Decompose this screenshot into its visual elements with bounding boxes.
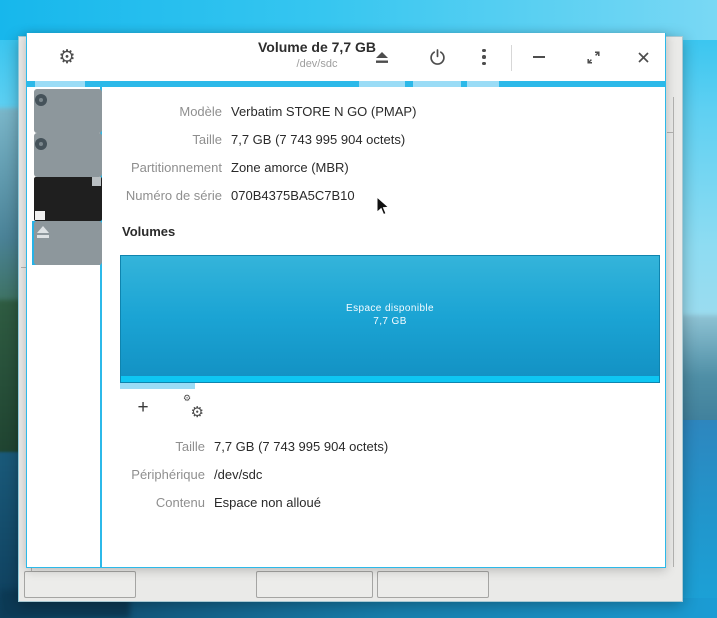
gears-icon: ⚙⚙ (182, 396, 204, 418)
info-label: Taille (102, 439, 205, 454)
headerbar-separator (511, 45, 512, 71)
add-partition-button[interactable]: + (130, 396, 156, 418)
minimize-icon (533, 56, 545, 58)
info-label: Modèle (102, 104, 222, 119)
info-row-serial: Numéro de série 070B4375BA5C7B10 (102, 181, 665, 209)
sidebar-item-disk-2[interactable]: 16...ur ST...AS (32, 133, 100, 177)
free-space-size: 7,7 GB (121, 315, 659, 328)
info-value: 7,7 GB (7 743 995 904 octets) (231, 132, 405, 147)
background-window-border (667, 132, 674, 133)
info-value: Zone amorce (MBR) (231, 160, 349, 175)
info-row-volume-size: Taille 7,7 GB (7 743 995 904 octets) (102, 432, 665, 460)
close-button[interactable] (625, 39, 661, 75)
usb-drive-icon (34, 221, 102, 265)
info-label: Partitionnement (102, 160, 222, 175)
info-value: /dev/sdc (214, 467, 262, 482)
background-window-panel (377, 571, 489, 598)
info-row-size: Taille 7,7 GB (7 743 995 904 octets) (102, 125, 665, 153)
close-icon (637, 51, 650, 64)
background-window-panel (256, 571, 373, 598)
background-window-border (673, 97, 674, 567)
floppy-icon (34, 177, 102, 221)
app-menu-button[interactable]: ⚙ (45, 39, 89, 75)
volumes-heading: Volumes (122, 224, 665, 239)
plus-icon: + (137, 398, 148, 417)
background-window-panel (24, 571, 136, 598)
info-row-model: Modèle Verbatim STORE N GO (PMAP) (102, 97, 665, 125)
info-label: Numéro de série (102, 188, 222, 203)
drive-detail-pane: Modèle Verbatim STORE N GO (PMAP) Taille… (102, 87, 665, 567)
partition-options-button[interactable]: ⚙⚙ (180, 396, 206, 418)
sidebar-item-usb-volume[interactable]: V...GB Ve...GO (32, 221, 100, 265)
eject-button[interactable] (359, 39, 405, 75)
three-dot-menu-icon (482, 49, 486, 66)
volume-free-space-region[interactable]: Espace disponible 7,7 GB (120, 255, 660, 383)
restore-button[interactable] (573, 39, 613, 75)
sidebar-item-disk-1[interactable]: 16...ur ST...AS (32, 89, 100, 133)
disks-window: ⚙ Volume de 7,7 GB /dev/sdc (26, 33, 666, 568)
power-off-icon (429, 49, 446, 66)
info-value: Espace non alloué (214, 495, 321, 510)
info-row-partitioning: Partitionnement Zone amorce (MBR) (102, 153, 665, 181)
volume-free-space-text: Espace disponible 7,7 GB (121, 302, 659, 328)
volume-info-grid: Taille 7,7 GB (7 743 995 904 octets) Pér… (102, 432, 665, 516)
hard-disk-icon (34, 89, 102, 133)
volume-toolbar: + ⚙⚙ (130, 396, 665, 418)
eject-icon (374, 50, 390, 64)
window-body: 16...ur ST...AS 16...ur ST...AS (27, 87, 665, 567)
volume-selection-tab (120, 383, 195, 389)
info-row-contents: Contenu Espace non alloué (102, 488, 665, 516)
hard-disk-icon (34, 133, 102, 177)
volume-bottom-strip (121, 376, 659, 382)
info-row-device: Périphérique /dev/sdc (102, 460, 665, 488)
minimize-button[interactable] (519, 39, 559, 75)
desktop: ⚙ Volume de 7,7 GB /dev/sdc (0, 0, 717, 618)
sidebar-item-floppy[interactable]: L...py Flo...ve (32, 177, 100, 221)
menu-button[interactable] (468, 39, 500, 75)
restore-icon (586, 50, 601, 65)
free-space-label: Espace disponible (121, 302, 659, 315)
gear-icon: ⚙ (58, 48, 75, 67)
info-label: Taille (102, 132, 222, 147)
power-off-button[interactable] (413, 39, 461, 75)
info-label: Périphérique (102, 467, 205, 482)
info-label: Contenu (102, 495, 205, 510)
drive-info-grid: Modèle Verbatim STORE N GO (PMAP) Taille… (102, 97, 665, 209)
device-sidebar: 16...ur ST...AS 16...ur ST...AS (27, 87, 100, 567)
headerbar: ⚙ Volume de 7,7 GB /dev/sdc (27, 33, 665, 81)
info-value: Verbatim STORE N GO (PMAP) (231, 104, 416, 119)
info-value: 7,7 GB (7 743 995 904 octets) (214, 439, 388, 454)
info-value: 070B4375BA5C7B10 (231, 188, 355, 203)
